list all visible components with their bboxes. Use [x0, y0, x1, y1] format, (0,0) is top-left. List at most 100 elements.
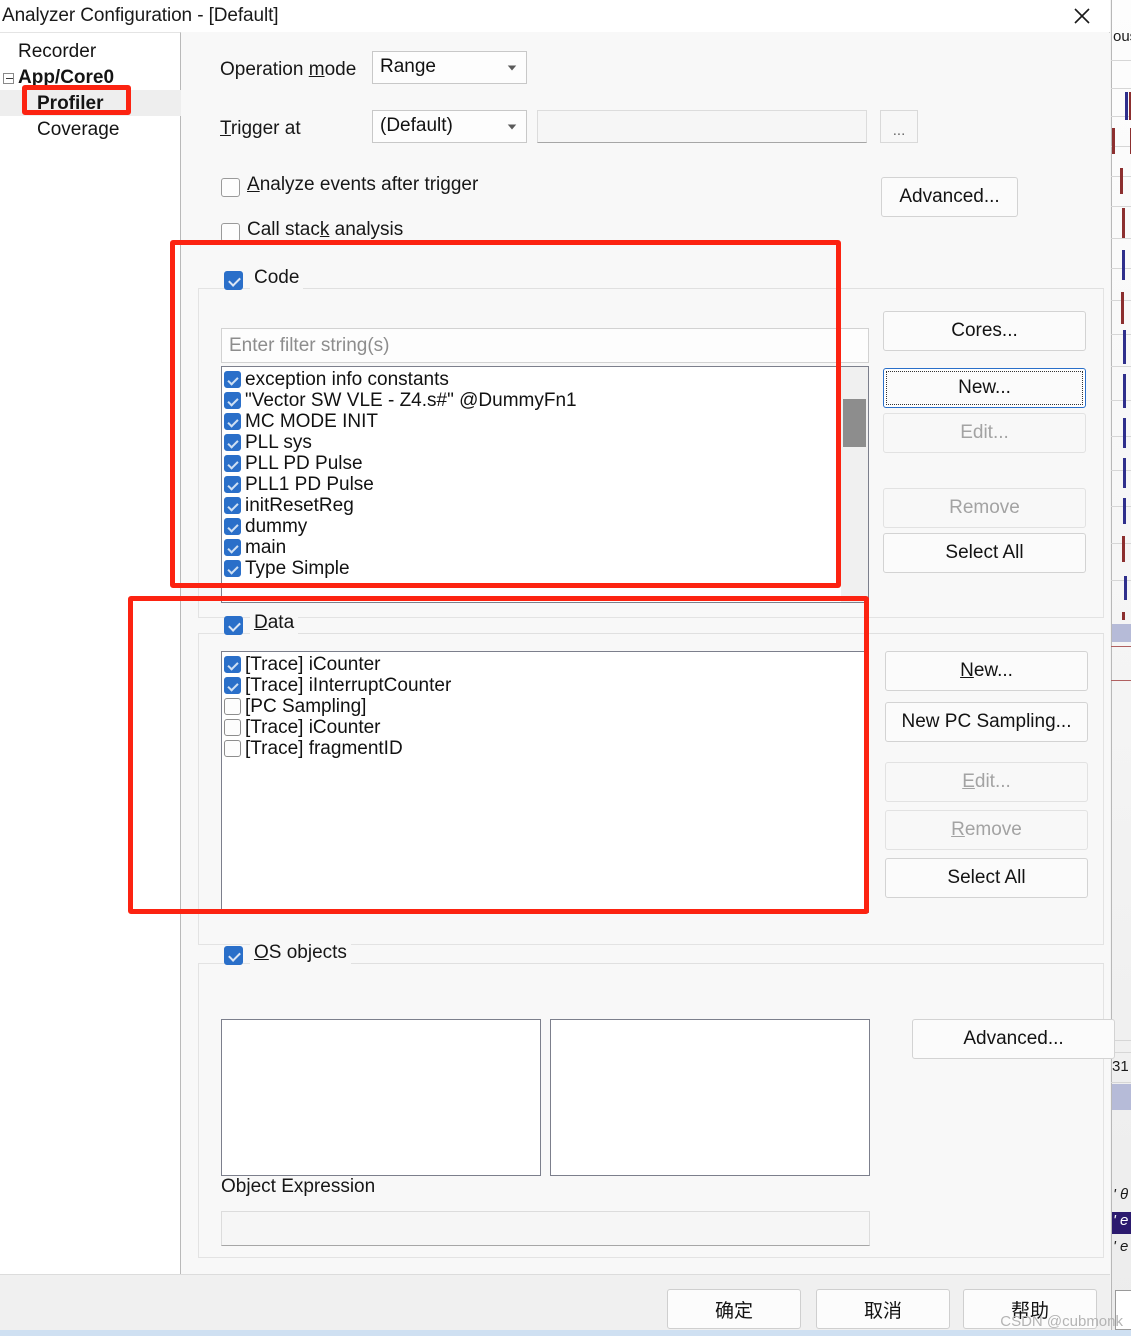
list-item-label: exception info constants	[245, 369, 449, 390]
code-list-scrollbar-thumb[interactable]	[843, 399, 866, 447]
advanced-top-button[interactable]: Advanced...	[881, 177, 1018, 217]
analyze-events-checkbox[interactable]	[221, 178, 240, 197]
list-item[interactable]: exception info constants	[224, 369, 848, 390]
background-row-divider	[1111, 366, 1131, 367]
code-group-top-line	[250, 288, 1104, 289]
call-stack-label-part2: analysis	[329, 219, 404, 240]
ok-button[interactable]: 确定	[667, 1289, 801, 1329]
list-item-checkbox[interactable]	[224, 476, 241, 493]
list-item-checkbox[interactable]	[224, 539, 241, 556]
list-item[interactable]: PLL PD Pulse	[224, 453, 848, 474]
tree-item-profiler[interactable]: Profiler	[0, 90, 181, 116]
list-item-checkbox[interactable]	[224, 413, 241, 430]
cancel-button[interactable]: 取消	[816, 1289, 950, 1329]
list-item[interactable]: dummy	[224, 516, 848, 537]
os-objects-group-top-line	[342, 963, 1104, 964]
list-item-label: [Trace] iInterruptCounter	[245, 675, 452, 696]
os-objects-list-left[interactable]	[221, 1019, 541, 1176]
background-text-fragment-top: ous	[1113, 28, 1131, 45]
list-item-label: PLL PD Pulse	[245, 453, 363, 474]
list-item-checkbox[interactable]	[224, 497, 241, 514]
list-item[interactable]: [PC Sampling]	[224, 696, 868, 717]
os-objects-list-right[interactable]	[550, 1019, 870, 1176]
trace-tick	[1123, 374, 1126, 408]
trigger-at-mnemonic: T	[220, 118, 231, 139]
list-item-checkbox[interactable]	[224, 392, 241, 409]
tree-item-coverage[interactable]: Coverage	[0, 116, 181, 142]
background-column	[1111, 0, 1131, 1336]
data-enabled-checkbox[interactable]	[224, 616, 243, 635]
code-group-title: Code	[250, 267, 304, 289]
analyze-events-mnemonic: A	[247, 174, 260, 195]
object-expression-input[interactable]	[221, 1211, 870, 1246]
os-objects-advanced-button[interactable]: Advanced...	[912, 1019, 1115, 1059]
close-icon[interactable]	[1054, 0, 1110, 32]
trace-tick	[1112, 128, 1115, 154]
code-list-scrollbar[interactable]	[841, 366, 869, 603]
tree-item-label: Coverage	[37, 118, 120, 140]
watermark: CSDN @cubmonk	[1000, 1313, 1123, 1330]
window-title: Analyzer Configuration - [Default]	[2, 5, 279, 26]
list-item-checkbox[interactable]	[224, 455, 241, 472]
operation-mode-select[interactable]: Range	[372, 51, 527, 84]
code-select-all-button[interactable]: Select All	[883, 533, 1086, 573]
background-selected-row	[1112, 624, 1131, 642]
list-item[interactable]: [Trace] fragmentID	[224, 738, 868, 759]
data-list[interactable]: [Trace] iCounter [Trace] iInterruptCount…	[221, 651, 869, 913]
trigger-browse-button[interactable]: ...	[880, 110, 918, 143]
tree-item-app-core0[interactable]: App/Core0	[0, 64, 181, 90]
list-item[interactable]: Type Simple	[224, 558, 848, 579]
call-stack-label: Call stack analysis	[247, 219, 403, 241]
list-item-checkbox[interactable]	[224, 740, 241, 757]
operation-mode-value: Range	[380, 56, 436, 77]
data-select-all-button[interactable]: Select All	[885, 858, 1088, 898]
list-item-checkbox[interactable]	[224, 560, 241, 577]
background-row-divider	[1111, 88, 1131, 89]
navigation-tree[interactable]: Recorder App/Core0 Profiler Coverage	[0, 32, 181, 1274]
collapse-icon[interactable]	[3, 73, 14, 84]
trace-tick	[1122, 208, 1125, 238]
code-edit-button: Edit...	[883, 413, 1086, 453]
trace-tick	[1122, 612, 1125, 620]
object-expression-label: Object Expression	[221, 1176, 376, 1197]
os-objects-title-text: S objects	[268, 942, 347, 963]
os-objects-enabled-checkbox[interactable]	[224, 946, 243, 965]
background-row-divider	[1111, 646, 1131, 647]
trigger-expression-input[interactable]	[537, 110, 867, 143]
data-remove-button: Remove	[885, 810, 1088, 850]
list-item-checkbox[interactable]	[224, 656, 241, 673]
list-item[interactable]: [Trace] iCounter	[224, 717, 868, 738]
code-cores-button[interactable]: Cores...	[883, 311, 1086, 351]
list-item[interactable]: main	[224, 537, 848, 558]
data-new-button[interactable]: New...	[885, 651, 1088, 691]
list-item-checkbox[interactable]	[224, 434, 241, 451]
data-group-top-line	[250, 633, 1104, 634]
data-new-label: ew...	[973, 660, 1013, 681]
chevron-down-icon	[507, 65, 516, 70]
operation-mode-label: Operation mode	[220, 59, 356, 81]
list-item-label: initResetReg	[245, 495, 354, 516]
list-item[interactable]: PLL sys	[224, 432, 848, 453]
list-item-checkbox[interactable]	[224, 371, 241, 388]
tree-item-recorder[interactable]: Recorder	[0, 38, 181, 64]
list-item[interactable]: MC MODE INIT	[224, 411, 848, 432]
list-item-checkbox[interactable]	[224, 518, 241, 535]
list-item[interactable]: [Trace] iInterruptCounter	[224, 675, 868, 696]
code-list[interactable]: exception info constants "Vector SW VLE …	[221, 366, 849, 603]
list-item-checkbox[interactable]	[224, 719, 241, 736]
list-item[interactable]: "Vector SW VLE - Z4.s#" @DummyFn1	[224, 390, 848, 411]
call-stack-checkbox[interactable]	[221, 223, 240, 242]
list-item-checkbox[interactable]	[224, 698, 241, 715]
list-item[interactable]: initResetReg	[224, 495, 848, 516]
trace-tick	[1124, 576, 1127, 600]
data-new-pc-sampling-button[interactable]: New PC Sampling...	[885, 702, 1088, 742]
code-new-button[interactable]: New...	[883, 368, 1086, 408]
list-item-checkbox[interactable]	[224, 677, 241, 694]
background-row-divider	[1111, 268, 1131, 269]
code-enabled-checkbox[interactable]	[224, 271, 243, 290]
code-filter-input[interactable]: Enter filter string(s)	[221, 328, 869, 363]
list-item[interactable]: [Trace] iCounter	[224, 654, 868, 675]
trigger-at-select[interactable]: (Default)	[372, 110, 527, 143]
list-item[interactable]: PLL1 PD Pulse	[224, 474, 848, 495]
background-row-divider	[1111, 334, 1131, 335]
